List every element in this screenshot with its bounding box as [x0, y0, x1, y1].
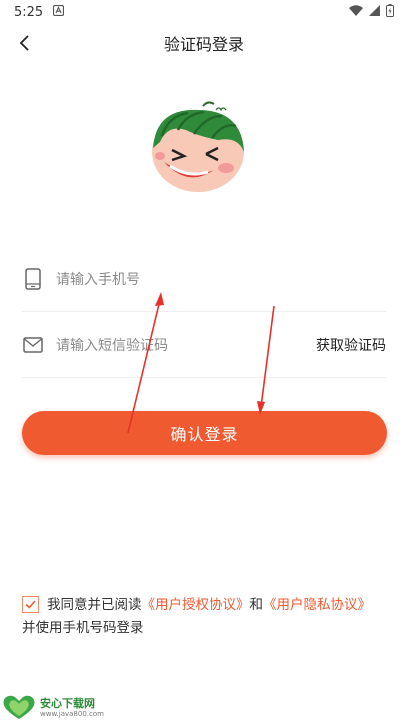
page-title: 验证码登录 — [163, 35, 244, 54]
privacy-agreement-link[interactable]: 《用户隐私协议》 — [263, 597, 371, 613]
watermark-name: 安心下载网 — [40, 697, 95, 710]
chevron-left-icon — [19, 35, 29, 51]
agreement-text: 我同意并已阅读《用户授权协议》和《用户隐私协议》并使用手机号码登录 — [22, 594, 382, 640]
sms-code-input[interactable]: 请输入短信验证码 — [56, 335, 316, 355]
agreement-suffix: 并使用手机号码登录 — [22, 620, 144, 636]
agreement-and: 和 — [249, 597, 264, 613]
confirm-login-button[interactable]: 确认登录 — [22, 411, 387, 455]
phone-field[interactable]: 请输入手机号 — [22, 246, 386, 312]
site-watermark: 安心下载网 www.java800.com — [2, 694, 104, 724]
agreement-prefix: 我同意并已阅读 — [47, 597, 142, 613]
confirm-login-label: 确认登录 — [170, 425, 239, 444]
status-bar: 5:25 — [0, 0, 408, 24]
get-code-button[interactable]: 获取验证码 — [316, 335, 386, 355]
check-icon — [25, 600, 36, 609]
phone-input[interactable]: 请输入手机号 — [56, 269, 386, 289]
wifi-icon — [349, 4, 363, 20]
nav-bar: 验证码登录 — [0, 24, 408, 62]
status-time: 5:25 — [14, 4, 44, 20]
phone-icon — [22, 267, 44, 290]
battery-icon — [386, 3, 394, 21]
user-agreement-link[interactable]: 《用户授权协议》 — [142, 597, 250, 613]
back-button[interactable] — [10, 28, 40, 58]
agree-checkbox[interactable] — [22, 596, 39, 613]
watermelon-mascot-logo — [148, 96, 248, 196]
signal-icon — [369, 4, 380, 20]
sms-code-field[interactable]: 请输入短信验证码 获取验证码 — [22, 312, 386, 378]
heart-logo-icon — [2, 694, 36, 724]
mail-icon — [22, 334, 44, 356]
watermark-url: www.java800.com — [40, 710, 104, 718]
notification-icon — [53, 4, 65, 20]
